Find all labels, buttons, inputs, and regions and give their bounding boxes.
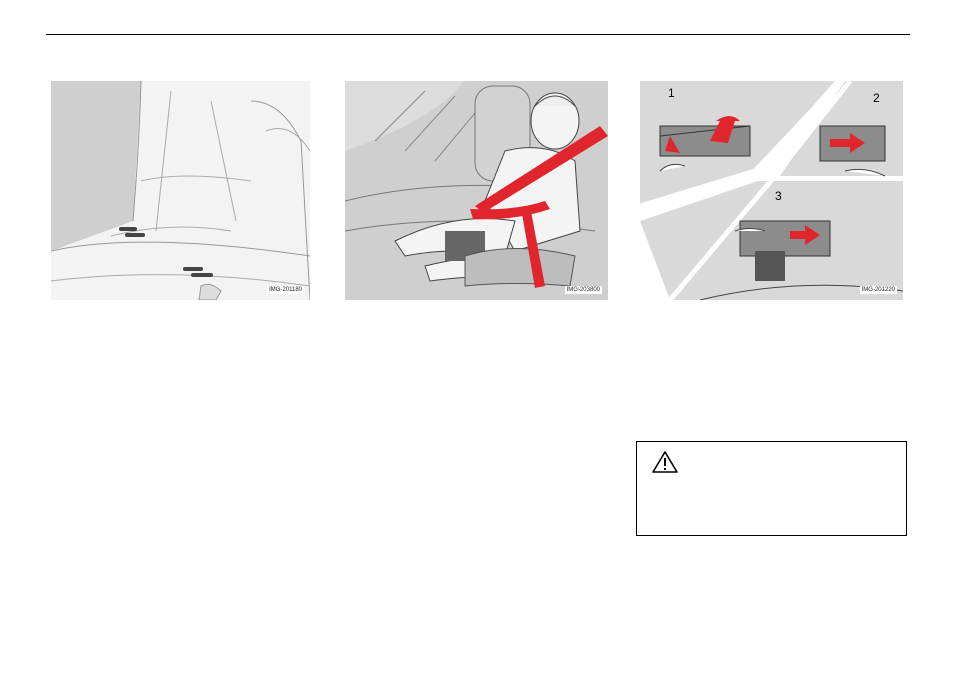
figure-id-label: IMG-201220	[859, 286, 897, 294]
rear-seat-illustration	[51, 81, 310, 300]
figure-rear-seat-hooks: IMG-201180	[51, 81, 310, 300]
step-number-1: 1	[668, 86, 675, 100]
header-rule	[46, 34, 910, 35]
step-number-2: 2	[873, 91, 880, 105]
figure-fold-cushion-steps: 1 2 3 IMG-201220	[640, 81, 903, 300]
fold-steps-illustration	[640, 81, 903, 300]
step-number-3: 3	[775, 189, 782, 203]
figure-id-label: IMG-203800	[564, 286, 602, 294]
warning-triangle-icon	[652, 451, 678, 473]
warning-box	[636, 441, 907, 536]
child-belt-illustration	[345, 81, 608, 300]
figure-id-label: IMG-201180	[267, 286, 304, 294]
figure-child-booster-cushion: IMG-203800	[345, 81, 608, 300]
